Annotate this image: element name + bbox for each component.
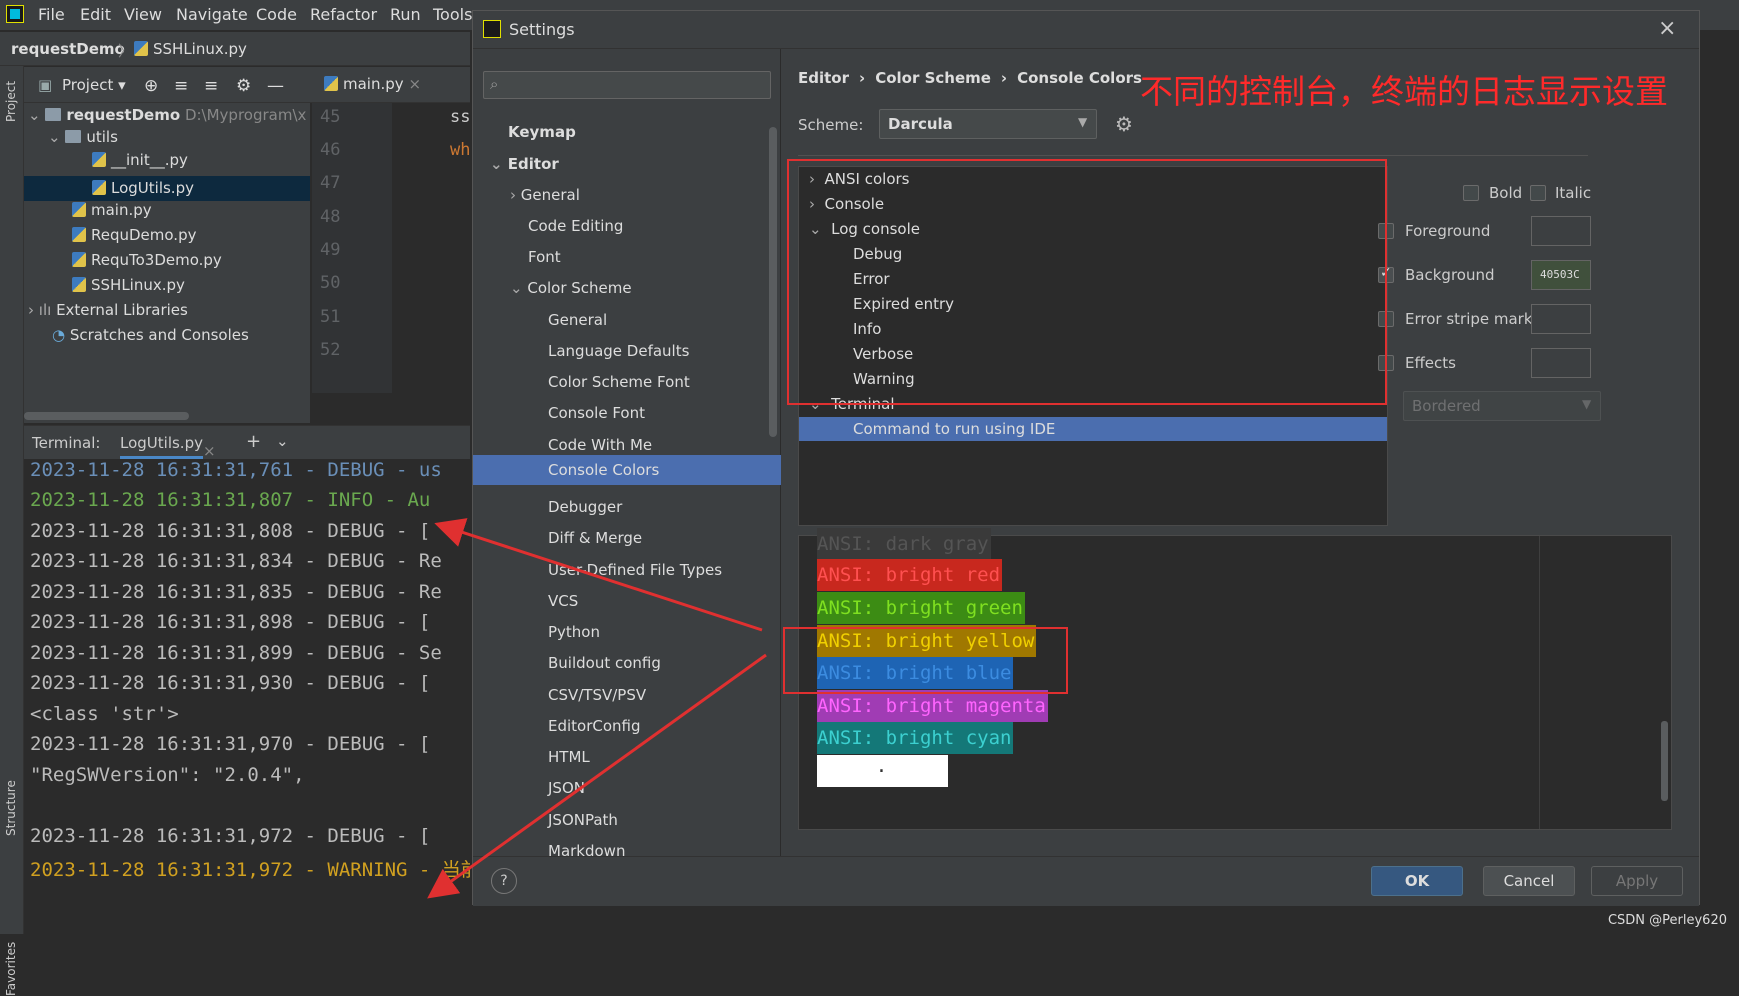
tool-window-favorites[interactable]: Favorites bbox=[4, 942, 18, 996]
arrow-to-info-line bbox=[440, 525, 762, 630]
watermark: CSDN @Perley620 bbox=[1608, 913, 1727, 928]
arrow-to-warning-line bbox=[432, 655, 766, 895]
annotation-arrows bbox=[0, 0, 1739, 934]
